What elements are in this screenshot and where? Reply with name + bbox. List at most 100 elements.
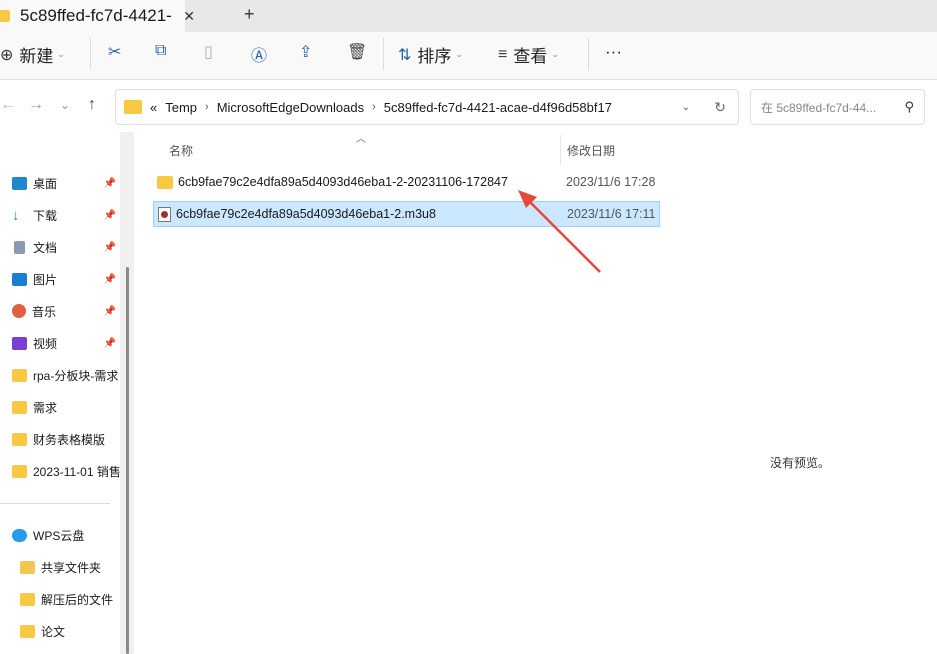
sidebar-item-folder[interactable]: 财务表格模版 [12,428,120,450]
close-tab-button[interactable]: ✕ [183,8,195,25]
back-button[interactable]: ← [0,96,16,114]
search-icon[interactable]: ⚲ [904,99,914,115]
column-header-name[interactable]: 名称 [169,142,193,159]
file-date: 2023/11/6 17:11 [567,207,656,221]
list-icon: ≡ [498,45,508,63]
sidebar-label: 视频 [33,336,58,351]
sidebar-label: 论文 [41,624,66,639]
music-icon [12,304,26,318]
sidebar-item-papers[interactable]: ›论文 [20,620,120,642]
chevron-right-icon[interactable]: › [372,101,376,113]
sidebar-item-music[interactable]: 音乐 📌 [12,300,120,322]
trash-icon: 🗑 [347,44,368,61]
breadcrumb-edge-downloads[interactable]: MicrosoftEdgeDownloads [217,100,364,115]
folder-icon [12,368,27,382]
file-name: 6cb9fae79c2e4dfa89a5d4093d46eba1-2-20231… [178,175,508,189]
view-label: 查看 [513,47,548,66]
view-button[interactable]: ≡ 查看 ⌄ [498,42,559,67]
sidebar-label: 图片 [33,272,58,287]
forward-button[interactable]: → [28,96,44,114]
breadcrumb-temp[interactable]: Temp [165,100,197,115]
plus-circle-icon: ⊕ [0,46,14,64]
breadcrumb-overflow[interactable]: « [150,100,157,115]
breadcrumb-current[interactable]: 5c89ffed-fc7d-4421-acae-d4f96d58bf17 [384,100,612,115]
share-button[interactable]: ⇪ [299,42,318,62]
sidebar-item-videos[interactable]: 视频 📌 [12,332,120,354]
folder-icon [20,592,35,606]
sidebar-label: 音乐 [32,304,57,319]
file-row-selected[interactable]: 6cb9fae79c2e4dfa89a5d4093d46eba1-2.m3u8 … [153,201,660,227]
share-icon: ⇪ [299,44,313,61]
sidebar-label: 2023-11-01 销售 [33,464,120,479]
column-divider[interactable] [560,135,561,165]
sidebar-item-downloads[interactable]: ↓ 下载 📌 [12,204,120,226]
address-bar[interactable]: « Temp › MicrosoftEdgeDownloads › 5c89ffed… [115,89,739,125]
picture-icon [12,272,27,286]
pin-icon: 📌 [103,177,116,189]
command-bar: ⊕ 新建 ⌄ ✂ ⧉ ▯ Ⓐ ⇪ 🗑 ⇅ 排序 ⌄ ≡ 查看 ⌄ ··· [0,32,937,80]
tab-bar: 5c89ffed-fc7d-4421- ✕ + [0,0,937,32]
file-date: 2023/11/6 17:28 [566,175,656,189]
sort-icon: ⇅ [398,46,412,64]
recent-locations-button[interactable]: ⌄ [60,98,70,112]
sidebar-item-desktop[interactable]: 桌面 📌 [12,172,120,194]
chevron-down-icon[interactable]: ⌄ [682,102,690,113]
folder-icon [124,100,142,114]
sidebar-label: 桌面 [33,176,58,191]
copy-icon: ⧉ [155,42,167,59]
pin-icon: 📌 [103,241,116,253]
tab-active[interactable]: 5c89ffed-fc7d-4421- ✕ [0,0,195,32]
sidebar-label: rpa-分板块-需求 [33,368,119,383]
sidebar-label: 解压后的文件 [41,592,114,607]
sidebar-item-pictures[interactable]: 图片 📌 [12,268,120,290]
file-row[interactable]: 6cb9fae79c2e4dfa89a5d4093d46eba1-2-20231… [153,169,660,195]
paste-icon: ▯ [204,44,213,61]
chevron-right-icon[interactable]: › [205,101,209,113]
rename-button[interactable]: Ⓐ [251,42,273,66]
folder-icon [12,432,27,446]
sidebar-item-folder[interactable]: 需求 [12,396,120,418]
preview-pane: 没有预览。 [660,132,937,654]
divider [0,503,110,504]
sidebar-item-documents[interactable]: 文档 📌 [12,236,120,258]
up-button[interactable]: ↑ [88,96,96,114]
more-button[interactable]: ··· [605,42,622,62]
paste-button[interactable]: ▯ [204,42,219,62]
sort-button[interactable]: ⇅ 排序 ⌄ [398,42,463,67]
pin-icon: 📌 [103,273,116,285]
copy-button[interactable]: ⧉ [155,42,172,60]
delete-button[interactable]: 🗑 [347,42,373,62]
sidebar-item-extracted[interactable]: ›解压后的文件 [20,588,120,610]
no-preview-message: 没有预览。 [770,456,831,470]
file-name: 6cb9fae79c2e4dfa89a5d4093d46eba1-2.m3u8 [176,207,436,221]
pin-icon: 📌 [103,305,116,317]
sidebar-item-shared[interactable]: ›共享文件夹 [20,556,120,578]
sidebar-item-folder[interactable]: rpa-分板块-需求 [12,364,120,386]
sidebar-label: WPS云盘 [33,528,85,543]
shared-folder-icon [20,560,35,574]
sidebar-label: 共享文件夹 [41,560,102,575]
refresh-icon[interactable]: ↻ [714,99,726,116]
download-icon: ↓ [12,206,20,224]
folder-icon [157,175,173,189]
sidebar-label: 下载 [33,208,58,223]
folder-icon [0,10,10,22]
search-input[interactable]: 在 5c89ffed-fc7d-44... ⚲ [750,89,925,125]
cloud-icon [12,528,27,542]
new-button[interactable]: ⊕ 新建 ⌄ [0,42,65,67]
sidebar-label: 文档 [33,240,58,255]
new-label: 新建 [19,47,54,66]
rename-icon: Ⓐ [251,48,268,65]
scissors-icon: ✂ [108,44,122,61]
folder-icon [20,624,35,638]
sidebar-item-folder[interactable]: 2023-11-01 销售 [12,460,120,482]
scrollbar-thumb[interactable] [126,267,129,654]
sidebar-item-wps-cloud[interactable]: WPS云盘 [12,524,120,546]
cut-button[interactable]: ✂ [108,42,127,62]
tab-title: 5c89ffed-fc7d-4421- [20,6,172,25]
new-tab-button[interactable]: + [244,4,255,25]
pin-icon: 📌 [103,337,116,349]
column-header-date[interactable]: 修改日期 [567,142,615,159]
document-icon [14,240,25,254]
folder-icon [12,400,27,414]
